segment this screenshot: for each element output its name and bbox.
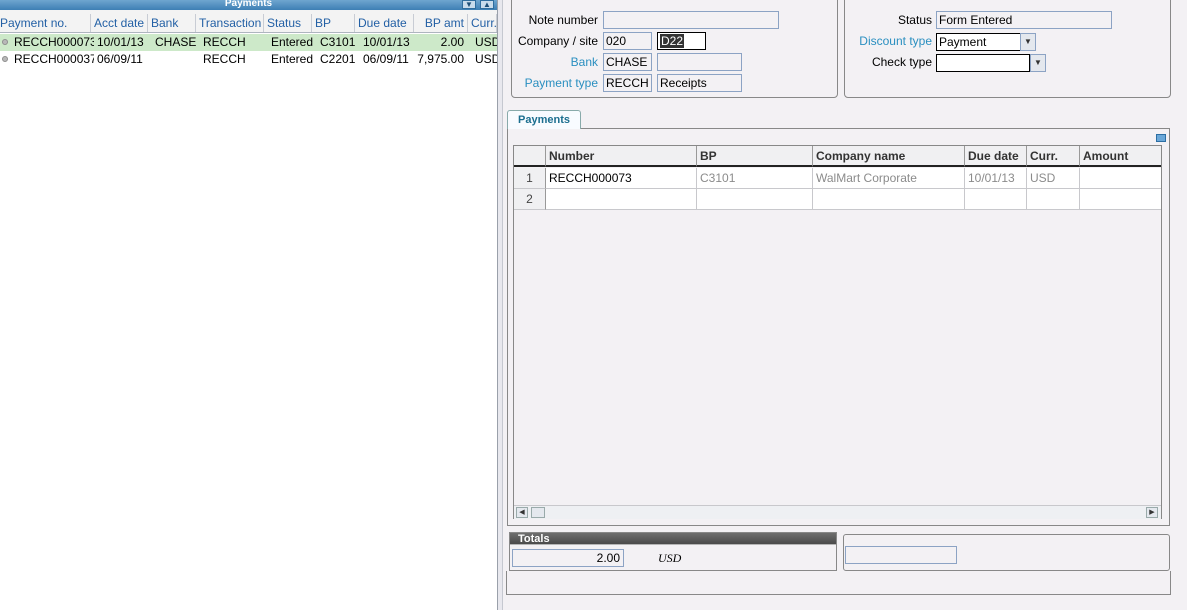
grid-cell-number[interactable]: [546, 189, 697, 210]
grid-cell-bp[interactable]: [697, 189, 813, 210]
payment-type-field[interactable]: RECCH: [603, 74, 652, 92]
col-header-status[interactable]: Status: [264, 14, 312, 32]
cell-payment-no: RECCH000037: [14, 52, 94, 66]
cell-bank: [155, 51, 197, 68]
payment-type-description-field: Receipts: [657, 74, 742, 92]
grid-header-due-date[interactable]: Due date: [965, 146, 1027, 167]
horizontal-scrollbar[interactable]: ◀ ▶: [514, 505, 1161, 519]
totals-amount-field: 2.00: [512, 549, 624, 567]
col-header-transaction[interactable]: Transaction: [196, 14, 264, 32]
note-number-label: Note number: [528, 13, 598, 27]
discount-type-chevron-down-icon[interactable]: ▼: [1020, 33, 1036, 51]
site-value: D22: [660, 34, 685, 48]
cell-bp-amt: 7,975.00: [417, 52, 464, 66]
list-row[interactable]: RECCH000037 06/09/11 RECCH Entered C2201…: [0, 51, 497, 68]
col-header-acct-date[interactable]: Acct date: [91, 14, 148, 32]
col-header-bp-amt[interactable]: BP amt: [414, 14, 468, 32]
company-field[interactable]: 020: [603, 32, 652, 50]
grid-options-icon[interactable]: [1156, 134, 1166, 142]
grid-row-number[interactable]: 2: [514, 189, 546, 210]
check-type-select[interactable]: [936, 54, 1030, 72]
grid-cell-bp[interactable]: C3101: [697, 168, 813, 189]
cell-acct-date: 10/01/13: [97, 35, 144, 49]
collapse-panel-button[interactable]: ▼: [462, 0, 476, 9]
grid-header-number[interactable]: Number: [546, 146, 697, 167]
cell-curr: USD: [475, 52, 497, 66]
grid-header-bp[interactable]: BP: [697, 146, 813, 167]
bank-description-field: [657, 53, 742, 71]
grid-cell-company-name: WalMart Corporate: [813, 168, 965, 189]
totals-currency: USD: [658, 551, 682, 565]
check-type-label: Check type: [871, 55, 932, 69]
row-status-icon: [2, 56, 8, 62]
grid-header-company-name[interactable]: Company name: [813, 146, 965, 167]
tab-payments[interactable]: Payments: [507, 110, 581, 129]
grid-row-number[interactable]: 1: [514, 168, 546, 189]
totals-title: Totals: [510, 533, 836, 545]
site-field[interactable]: D22: [657, 32, 706, 50]
close-panel-button[interactable]: ▲: [480, 0, 494, 9]
scroll-left-icon[interactable]: ◀: [516, 507, 528, 518]
status-label: Status: [897, 13, 932, 27]
list-row[interactable]: RECCH000073 10/01/13 CHASE RECCH Entered…: [0, 34, 497, 51]
grid-cell-curr: [1027, 189, 1080, 210]
panel-title: Payments: [0, 0, 497, 10]
bottom-frame: [506, 571, 1171, 595]
secondary-totals-field: [845, 546, 957, 564]
cell-bp-amt: 2.00: [440, 35, 464, 49]
cell-payment-no: RECCH000073: [14, 35, 94, 49]
grid-cell-amount[interactable]: [1080, 189, 1161, 210]
totals-group: Totals 2.00 USD: [509, 532, 837, 571]
discount-type-label[interactable]: Discount type: [848, 34, 932, 48]
col-header-curr[interactable]: Curr.: [468, 14, 497, 32]
check-type-chevron-down-icon[interactable]: ▼: [1030, 54, 1046, 72]
status-field: Form Entered: [936, 11, 1112, 29]
cell-due-date: 06/09/11: [363, 52, 409, 66]
secondary-totals-group: [843, 534, 1170, 571]
cell-bank: CHASE: [155, 35, 197, 49]
row-status-icon: [2, 39, 8, 45]
grid-cell-amount[interactable]: [1080, 168, 1161, 189]
note-number-field[interactable]: [603, 11, 779, 29]
grid-cell-number[interactable]: RECCH000073: [546, 168, 697, 189]
grid-cell-company-name: [813, 189, 965, 210]
payments-browser-panel: Payments ▼ ▲ Payment no. Acct date Bank …: [0, 0, 497, 610]
col-header-bp[interactable]: BP: [312, 14, 355, 32]
cell-transaction: RECCH: [203, 52, 246, 66]
grid-corner: [514, 146, 546, 167]
payment-type-label[interactable]: Payment type: [516, 76, 598, 90]
grid-header-curr[interactable]: Curr.: [1027, 146, 1080, 167]
cell-acct-date: 06/09/11: [97, 52, 143, 66]
cell-bp: C3101: [320, 35, 356, 49]
discount-type-select[interactable]: Payment: [936, 33, 1021, 51]
col-header-due-date[interactable]: Due date: [355, 14, 414, 32]
bank-label[interactable]: Bank: [516, 55, 598, 69]
scroll-right-icon[interactable]: ▶: [1146, 507, 1158, 518]
col-header-bank[interactable]: Bank: [148, 14, 196, 32]
grid-header-amount[interactable]: Amount: [1080, 146, 1161, 167]
payments-grid: Number BP Company name Due date Curr. Am…: [513, 145, 1162, 519]
col-header-payment-no[interactable]: Payment no.: [0, 14, 91, 32]
cell-curr: USD: [475, 35, 497, 49]
cell-status: Entered: [271, 52, 313, 66]
scroll-thumb[interactable]: [531, 507, 545, 518]
company-site-label: Company / site: [517, 34, 598, 48]
grid-cell-due-date[interactable]: 10/01/13: [965, 168, 1027, 189]
cell-bp: C2201: [320, 52, 356, 66]
list-header-row: Payment no. Acct date Bank Transaction S…: [0, 14, 497, 33]
grid-cell-curr: USD: [1027, 168, 1080, 189]
cell-status: Entered: [271, 35, 313, 49]
cell-due-date: 10/01/13: [363, 35, 410, 49]
bank-field[interactable]: CHASE: [603, 53, 652, 71]
cell-transaction: RECCH: [203, 35, 246, 49]
grid-cell-due-date[interactable]: [965, 189, 1027, 210]
